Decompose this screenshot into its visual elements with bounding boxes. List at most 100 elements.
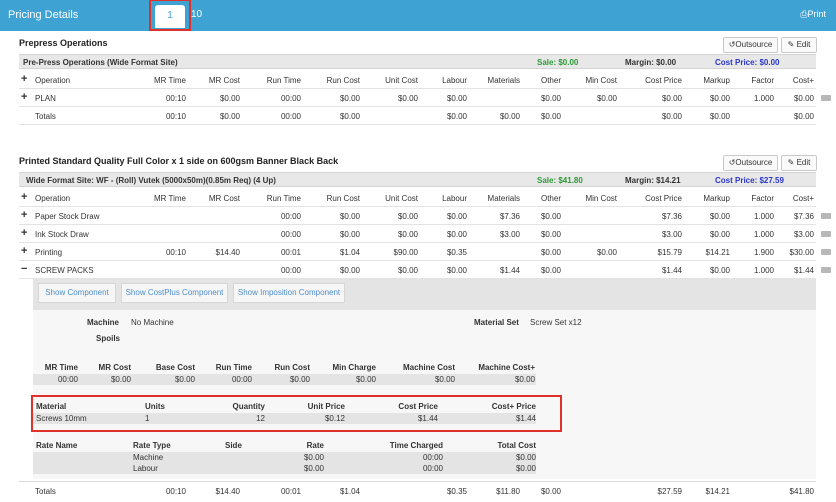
column-header-labour: Labour <box>442 76 467 85</box>
grid-header: Rate Name <box>36 441 78 450</box>
table-row[interactable]: + Ink Stock Draw 00:00 $0.00 $0.00 $0.00 $3.00… <box>19 225 816 243</box>
grid-header: Run Time <box>215 363 252 372</box>
grid-cell: 00:00 <box>57 375 78 384</box>
table-row[interactable]: + Paper Stock Draw 00:00 $0.00 $0.00 $0.00 $7.… <box>19 207 816 225</box>
column-header-markup: Markup <box>703 76 730 85</box>
cell-unit-cost: $90.00 <box>393 248 418 257</box>
cell-operation: PLAN <box>35 94 56 103</box>
site-name: Pre-Press Operations (Wide Format Site) <box>23 58 178 67</box>
edit-button[interactable]: ✎ Edit <box>781 37 817 53</box>
page-title: Pricing Details <box>8 9 79 21</box>
margin-total: Margin: $14.21 <box>625 176 681 185</box>
cell-factor: 1.000 <box>753 212 774 221</box>
site-name: Wide Format Site: WF - (Roll) Vutek (500… <box>26 176 276 185</box>
expand-icon[interactable]: + <box>21 227 27 239</box>
column-header-markup: Markup <box>703 194 730 203</box>
grid-header: Total Cost <box>497 441 536 450</box>
grid-header: Machine Cost+ <box>478 363 535 372</box>
show-imposition-component-button[interactable]: Show Imposition Component <box>233 283 345 303</box>
comment-icon[interactable] <box>821 231 831 237</box>
cell-markup: $14.21 <box>705 487 730 496</box>
show-component-button[interactable]: Show Component <box>38 283 116 303</box>
grid-header: Rate Type <box>133 441 171 450</box>
cell-labour: $0.00 <box>446 94 467 103</box>
column-header-min-cost: Min Cost <box>585 76 617 85</box>
cell-factor: 1.000 <box>753 230 774 239</box>
expand-icon[interactable]: + <box>21 209 27 221</box>
column-header-operation: Operation <box>35 194 71 203</box>
cell-other: $0.00 <box>540 112 561 121</box>
cell-other: $0.00 <box>540 94 561 103</box>
cell-markup: $0.00 <box>709 94 730 103</box>
expand-icon[interactable]: + <box>21 91 27 103</box>
grid-cell: $0.00 <box>515 453 536 462</box>
table-row[interactable]: + Printing 00:10 $14.40 00:01 $1.04 $90.00 $0.3… <box>19 243 816 261</box>
cell-cost-price: $0.00 <box>661 112 682 121</box>
section-title-printed: Printed Standard Quality Full Color x 1 … <box>19 156 339 166</box>
edit-button[interactable]: ✎ Edit <box>781 155 817 171</box>
cell-other: $0.00 <box>540 230 561 239</box>
cell-other: $0.00 <box>540 266 561 275</box>
column-header-unit-cost: Unit Cost <box>385 194 418 203</box>
comment-icon[interactable] <box>821 267 831 273</box>
cell-mr-time: 00:10 <box>165 94 186 103</box>
column-header-materials: Materials <box>487 194 520 203</box>
tab-10[interactable]: 10 <box>191 9 202 20</box>
cell-mr-cost: $14.40 <box>215 487 240 496</box>
cell-factor: 1.000 <box>753 94 774 103</box>
table-header-row: + Operation MR Time MR Cost Run Time Run Cost… <box>19 71 816 89</box>
cell-mr-cost: $0.00 <box>219 94 240 103</box>
cell-factor: 1.900 <box>753 248 774 257</box>
cell-cost-price: $0.00 <box>661 94 682 103</box>
grid-cell: 00:00 <box>422 453 443 462</box>
outsource-button[interactable]: ↺Outsource <box>723 37 778 53</box>
cell-operation: SCREW PACKS <box>35 266 94 275</box>
cell-run-time: 00:01 <box>280 487 301 496</box>
section-summary-bar: Wide Format Site: WF - (Roll) Vutek (500… <box>19 172 816 187</box>
cell-materials: $11.80 <box>496 487 520 496</box>
grid-cell: Machine <box>133 453 164 462</box>
expand-icon[interactable]: + <box>21 245 27 257</box>
cell-markup: $0.00 <box>709 266 730 275</box>
grid-cell: $0.00 <box>515 464 536 473</box>
cell-run-time: 00:00 <box>280 94 301 103</box>
grid-cell: $0.00 <box>514 375 535 384</box>
cell-cost-price: $1.44 <box>661 266 682 275</box>
print-button[interactable]: ⎙Print <box>800 9 826 20</box>
comment-icon[interactable] <box>821 249 831 255</box>
column-header-run-cost: Run Cost <box>326 194 360 203</box>
sale-total: Sale: $41.80 <box>537 176 583 185</box>
cell-labour: $0.00 <box>446 230 467 239</box>
column-header-run-time: Run Time <box>266 76 301 85</box>
column-header-min-cost: Min Cost <box>585 194 617 203</box>
grid-header: MR Cost <box>98 363 131 372</box>
table-row[interactable]: − SCREW PACKS 00:00 $0.00 $0.00 $0.00 $1.44 $0.… <box>19 261 816 279</box>
expand-icon[interactable]: + <box>21 73 27 85</box>
cell-cost-plus: $0.00 <box>793 112 814 121</box>
material-set-value: Screw Set x12 <box>530 318 582 327</box>
cell-materials: $3.00 <box>499 230 520 239</box>
comment-icon[interactable] <box>821 213 831 219</box>
cell-cost-plus: $41.80 <box>789 487 814 496</box>
outsource-button[interactable]: ↺Outsource <box>723 155 778 171</box>
cell-materials: $1.44 <box>499 266 520 275</box>
show-costplus-component-button[interactable]: Show CostPlus Component <box>121 283 228 303</box>
cell-operation: Paper Stock Draw <box>35 212 100 221</box>
cell-cost-plus: $7.36 <box>793 212 814 221</box>
comment-icon[interactable] <box>821 95 831 101</box>
cell-markup: $0.00 <box>709 112 730 121</box>
cell-cost-plus: $3.00 <box>793 230 814 239</box>
collapse-icon[interactable]: − <box>21 263 27 275</box>
grid-header: Rate <box>306 441 324 450</box>
cell-operation: Totals <box>35 487 56 496</box>
column-header-labour: Labour <box>442 194 467 203</box>
table-row[interactable]: + PLAN 00:10 $0.00 00:00 $0.00 $0.00 $0.00 $0.00… <box>19 89 816 107</box>
cell-materials: $0.00 <box>499 112 520 121</box>
column-header-mr-time: MR Time <box>154 194 186 203</box>
column-header-run-cost: Run Cost <box>326 76 360 85</box>
grid-header: Run Cost <box>274 363 310 372</box>
cell-run-time: 00:00 <box>280 112 301 121</box>
highlight-box-tab <box>149 0 191 31</box>
grid-header: Machine Cost <box>402 363 455 372</box>
expand-icon[interactable]: + <box>21 191 27 203</box>
